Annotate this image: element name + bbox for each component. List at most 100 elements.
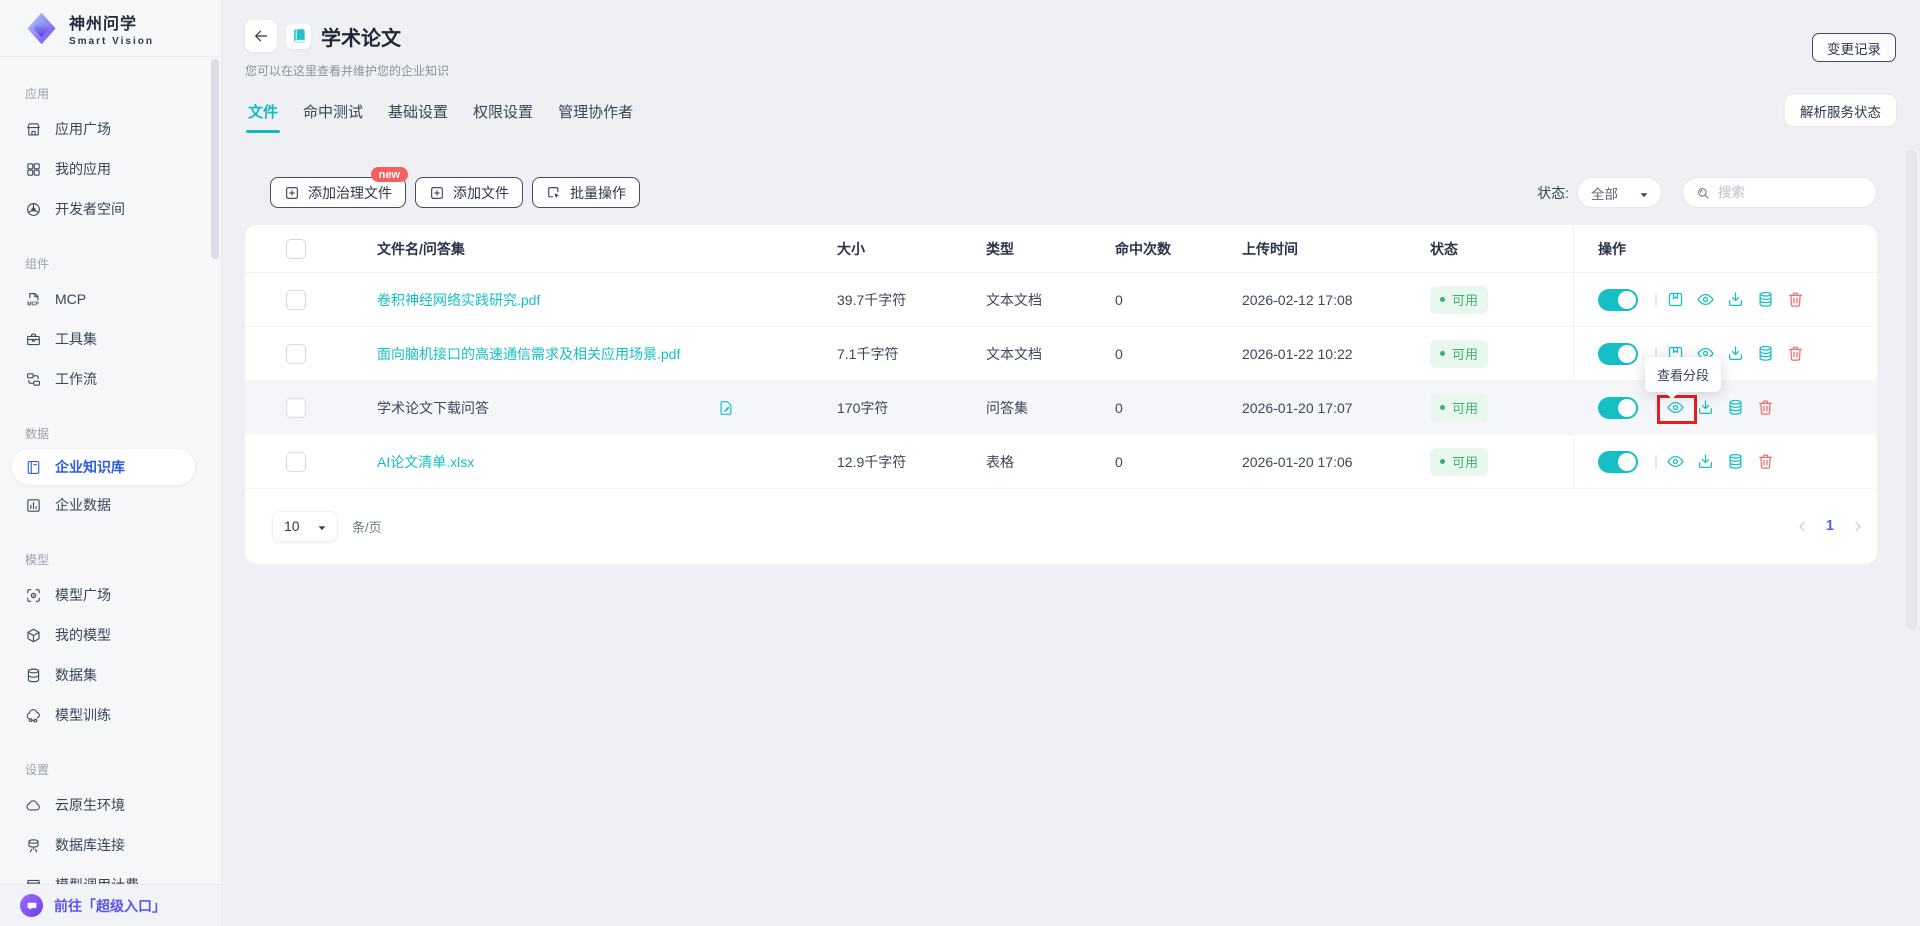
annotation-icon[interactable] <box>1666 290 1685 309</box>
upload-time: 2026-01-20 17:06 <box>1242 435 1430 488</box>
search-input[interactable] <box>1718 185 1848 200</box>
tab-命中测试[interactable]: 命中测试 <box>303 101 363 133</box>
sidebar-item-label: 我的模型 <box>55 625 111 645</box>
database-icon[interactable] <box>1756 290 1775 309</box>
sidebar-item-toolbox[interactable]: 工具集 <box>0 319 221 359</box>
sidebar-section: 应用应用广场我的应用开发者空间 <box>0 85 221 229</box>
page-size-select[interactable]: 10 <box>272 511 338 542</box>
brand: 神州问学 Smart Vision <box>0 0 221 57</box>
sidebar-item-db-connect[interactable]: 数据库连接 <box>0 825 221 865</box>
sidebar-section: 数据企业知识库企业数据 <box>0 425 221 525</box>
back-button[interactable] <box>245 20 277 52</box>
toolbox-icon <box>25 331 42 348</box>
tab-管理协作者[interactable]: 管理协作者 <box>558 101 633 133</box>
file-table-card: 文件名/问答集大小类型命中次数上传时间状态操作 卷积神经网络实践研究.pdf39… <box>245 225 1877 564</box>
view-icon[interactable] <box>1666 452 1685 471</box>
plus-square-icon <box>429 185 445 201</box>
enable-toggle[interactable] <box>1598 343 1638 365</box>
sidebar-item-knowledge-base[interactable]: 企业知识库 <box>12 449 195 485</box>
row-operations <box>1573 381 1877 434</box>
sidebar-item-cube[interactable]: 我的模型 <box>0 615 221 655</box>
row-operations <box>1573 273 1877 326</box>
file-size: 170字符 <box>837 381 986 434</box>
download-icon[interactable] <box>1726 290 1745 309</box>
sidebar-item-label: 开发者空间 <box>55 199 125 219</box>
qa-edit-icon[interactable] <box>717 399 735 417</box>
super-entry-label: 前往「超级入口」 <box>54 896 166 916</box>
file-name[interactable]: AI论文清单.xlsx <box>377 452 474 472</box>
sidebar-item-workflow[interactable]: 工作流 <box>0 359 221 399</box>
current-page-number[interactable]: 1 <box>1826 518 1834 534</box>
table-row: 面向脑机接口的高速通信需求及相关应用场景.pdf7.1千字符文本文档02026-… <box>245 327 1877 381</box>
sidebar-item-billing[interactable]: 模型调用计费 <box>0 865 221 884</box>
db-connect-icon <box>25 837 42 854</box>
sidebar-item-storefront[interactable]: 应用广场 <box>0 109 221 149</box>
file-name[interactable]: 卷积神经网络实践研究.pdf <box>377 290 540 310</box>
main-scrollbar[interactable] <box>1906 150 1917 630</box>
row-checkbox[interactable] <box>286 290 306 310</box>
table-row: 卷积神经网络实践研究.pdf39.7千字符文本文档02026-02-12 17:… <box>245 273 1877 327</box>
file-name[interactable]: 面向脑机接口的高速通信需求及相关应用场景.pdf <box>377 344 680 364</box>
enable-toggle[interactable] <box>1598 397 1638 419</box>
tab-基础设置[interactable]: 基础设置 <box>388 101 448 133</box>
select-all-checkbox[interactable] <box>286 239 306 259</box>
batch-operations-button[interactable]: 批量操作 <box>532 177 640 208</box>
view-icon[interactable] <box>1696 290 1715 309</box>
view-segments-tooltip: 查看分段 <box>1645 357 1721 392</box>
row-checkbox[interactable] <box>286 398 306 418</box>
sidebar-item-label: 云原生环境 <box>55 795 125 815</box>
pagination: 10 条/页 1 <box>272 510 1866 542</box>
search-box[interactable] <box>1682 177 1877 208</box>
hit-count: 0 <box>1115 381 1242 434</box>
add-file-button[interactable]: 添加文件 <box>415 177 523 208</box>
column-header: 状态 <box>1430 225 1573 272</box>
sidebar-item-training[interactable]: 模型训练 <box>0 695 221 735</box>
add-governance-file-button[interactable]: 添加治理文件 new <box>270 177 406 208</box>
change-log-button[interactable]: 变更记录 <box>1812 33 1896 62</box>
download-icon[interactable] <box>1726 344 1745 363</box>
column-header: 操作 <box>1573 225 1877 272</box>
hit-count: 0 <box>1115 273 1242 326</box>
sidebar-item-developer[interactable]: 开发者空间 <box>0 189 221 229</box>
brand-name: 神州问学 <box>69 10 154 34</box>
billing-icon <box>25 877 42 885</box>
database-icon[interactable] <box>1726 452 1745 471</box>
parse-service-status-button[interactable]: 解析服务状态 <box>1785 95 1896 126</box>
row-checkbox[interactable] <box>286 452 306 472</box>
enable-toggle[interactable] <box>1598 289 1638 311</box>
row-checkbox[interactable] <box>286 344 306 364</box>
ops-divider <box>1655 455 1657 469</box>
sidebar-item-grid[interactable]: 我的应用 <box>0 149 221 189</box>
sidebar-item-mcp[interactable]: MCPMCP <box>0 279 221 319</box>
enable-toggle[interactable] <box>1598 451 1638 473</box>
sidebar-item-cloud[interactable]: 云原生环境 <box>0 785 221 825</box>
database-icon[interactable] <box>1756 344 1775 363</box>
status-badge: 可用 <box>1430 340 1488 368</box>
tab-bar: 文件命中测试基础设置权限设置管理协作者 <box>248 101 1920 133</box>
table-body: 卷积神经网络实践研究.pdf39.7千字符文本文档02026-02-12 17:… <box>245 273 1877 489</box>
sidebar-item-dataset[interactable]: 数据集 <box>0 655 221 695</box>
tab-文件[interactable]: 文件 <box>248 101 278 133</box>
column-header: 上传时间 <box>1242 225 1430 272</box>
tab-权限设置[interactable]: 权限设置 <box>473 101 533 133</box>
super-entry-link[interactable]: 前往「超级入口」 <box>0 884 221 926</box>
hit-count: 0 <box>1115 435 1242 488</box>
file-name: 学术论文下载问答 <box>377 398 489 418</box>
status-filter-select[interactable]: 全部 <box>1577 177 1662 208</box>
download-icon[interactable] <box>1696 398 1715 417</box>
sidebar-item-bar-chart[interactable]: 企业数据 <box>0 485 221 525</box>
delete-icon[interactable] <box>1786 344 1805 363</box>
download-icon[interactable] <box>1696 452 1715 471</box>
chevron-left-icon[interactable] <box>1794 518 1811 535</box>
sidebar-item-label: 模型训练 <box>55 705 111 725</box>
sidebar-item-model-square[interactable]: 模型广场 <box>0 575 221 615</box>
sidebar-section-label: 模型 <box>0 551 221 575</box>
sidebar-scrollbar[interactable] <box>211 59 219 259</box>
chevron-right-icon[interactable] <box>1849 518 1866 535</box>
delete-icon[interactable] <box>1786 290 1805 309</box>
database-icon[interactable] <box>1726 398 1745 417</box>
bar-chart-icon <box>25 497 42 514</box>
delete-icon[interactable] <box>1756 398 1775 417</box>
delete-icon[interactable] <box>1756 452 1775 471</box>
sidebar-item-label: 数据集 <box>55 665 97 685</box>
